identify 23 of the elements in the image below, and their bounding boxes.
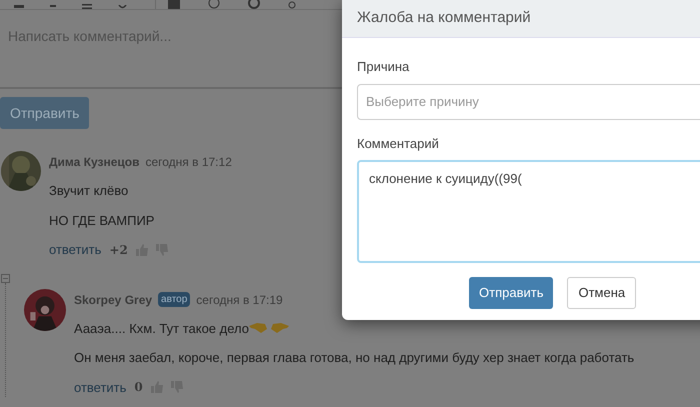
collapse-icon[interactable] [1,274,10,282]
comment-author[interactable]: Skorpey Grey [74,290,152,308]
select-placeholder: Выберите причину [366,92,479,111]
vote-score: +2 [109,242,128,259]
comment-time: сегодня в 17:12 [145,154,232,171]
comment-textarea[interactable]: склонение к суициду((99( [357,160,700,263]
vote-score: 0 [134,379,143,396]
reason-select[interactable]: Выберите причину [357,84,700,120]
reply-link[interactable]: ответить [74,378,126,397]
comment-time: сегодня в 17:19 [196,292,283,308]
comment-text: Он меня заебал, короче, первая глава готова, но над другими буду хер знает когда работать [74,349,634,367]
comment-text: НО ГДЕ ВАМПИР [49,212,154,230]
cancel-button[interactable]: Отмена [567,277,636,309]
comment-author[interactable]: Дима Кузнецов [49,153,140,171]
field-label: Причина [357,58,410,76]
reply-link[interactable]: ответить [49,240,102,260]
dialog-title: Жалоба на комментарий [357,8,531,28]
author-badge: автор [158,292,190,307]
submit-button[interactable]: Отправить [0,97,90,129]
comment-text: Звучит клёво [49,182,128,200]
submit-button[interactable]: Отправить [469,277,554,309]
comment-text: Аааэа.... Кхм. Тут такое дело [74,320,249,338]
field-label: Комментарий [357,134,440,153]
